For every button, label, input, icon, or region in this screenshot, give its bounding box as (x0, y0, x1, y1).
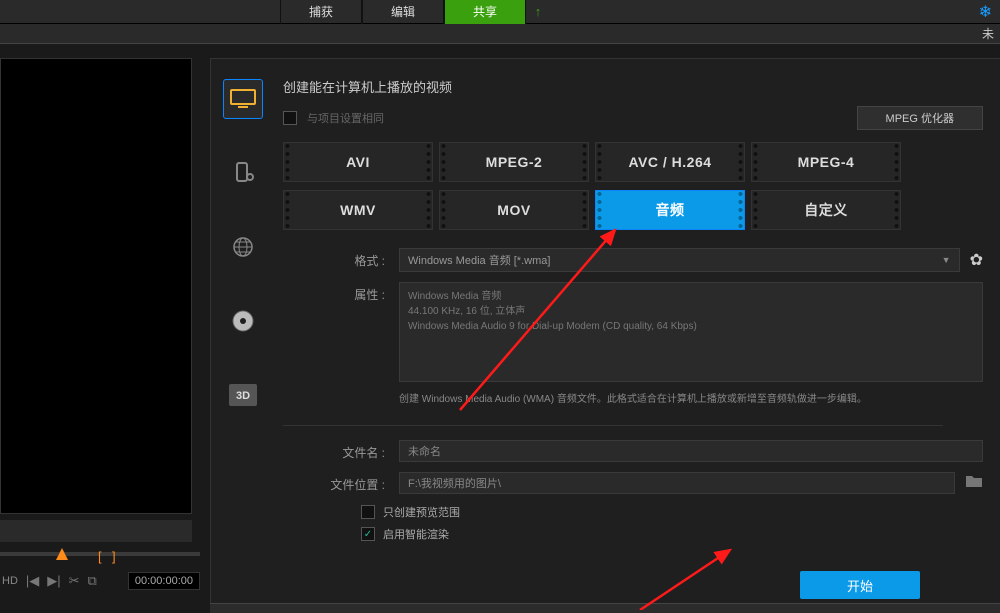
filename-label: 文件名 : (283, 440, 399, 461)
next-frame-icon[interactable]: ▶| (47, 573, 60, 589)
3d-output-icon[interactable]: 3D (223, 375, 263, 415)
tab-edit[interactable]: 编辑 (362, 0, 444, 24)
format-combo-value: Windows Media 音频 [*.wma] (408, 252, 550, 268)
start-button[interactable]: 开始 (800, 571, 920, 599)
browse-folder-icon[interactable] (965, 472, 983, 493)
mpeg-optimizer-button[interactable]: MPEG 优化器 (857, 106, 983, 130)
filepath-label: 文件位置 : (283, 472, 399, 493)
attributes-box: Windows Media 音频 44.100 KHz, 16 位, 立体声 W… (399, 282, 983, 382)
web-output-icon[interactable] (223, 227, 263, 267)
format-avc[interactable]: AVC / H.264 (595, 142, 745, 182)
mark-out-icon[interactable]: ] (112, 549, 116, 564)
preview-area (0, 58, 192, 514)
same-as-project-checkbox[interactable] (283, 111, 297, 125)
smart-render-label: 启用智能渲染 (383, 526, 449, 542)
format-mpeg4[interactable]: MPEG-4 (751, 142, 901, 182)
chevron-down-icon: ▼ (942, 255, 951, 265)
hd-label: HD (0, 575, 18, 587)
attr-line-3: Windows Media Audio 9 for Dial-up Modem … (408, 319, 974, 334)
scrub-bar[interactable]: [ ] (0, 544, 200, 564)
disc-output-icon[interactable] (223, 301, 263, 341)
sub-bar-right: 未 (982, 27, 994, 41)
tab-share[interactable]: 共享 (444, 0, 526, 24)
content-area: 创建能在计算机上播放的视频 与项目设置相同 MPEG 优化器 AVI MPEG-… (283, 77, 983, 548)
scrub-handle-icon[interactable] (56, 548, 68, 560)
preview-range-label: 只创建预览范围 (383, 504, 460, 520)
format-label: 格式 : (283, 248, 399, 269)
bottom-strip (210, 603, 1000, 613)
format-mpeg2[interactable]: MPEG-2 (439, 142, 589, 182)
same-as-project-label: 与项目设置相同 (307, 110, 847, 126)
timecode[interactable]: 00:00:00:00 (128, 572, 200, 590)
settings-gear-icon[interactable]: ❄ (979, 2, 992, 22)
tab-capture[interactable]: 捕获 (280, 0, 362, 24)
output-category-icons: 3D (219, 79, 267, 415)
filename-input[interactable]: 未命名 (399, 440, 983, 462)
format-wmv[interactable]: WMV (283, 190, 433, 230)
attr-line-1: Windows Media 音频 (408, 289, 974, 304)
timeline-bar (0, 520, 192, 542)
format-grid: AVI MPEG-2 AVC / H.264 MPEG-4 WMV MOV 音频… (283, 142, 983, 230)
format-mov[interactable]: MOV (439, 190, 589, 230)
format-combo[interactable]: Windows Media 音频 [*.wma] ▼ (399, 248, 960, 272)
format-avi[interactable]: AVI (283, 142, 433, 182)
format-custom[interactable]: 自定义 (751, 190, 901, 230)
upload-arrow-icon[interactable]: ↑ (526, 0, 550, 23)
filepath-input[interactable]: F:\我视频用的图片\ (399, 472, 955, 494)
attr-line-2: 44.100 KHz, 16 位, 立体声 (408, 304, 974, 319)
format-settings-icon[interactable]: ✿ (970, 248, 983, 270)
sub-bar: 未 (0, 24, 1000, 44)
preview-range-checkbox[interactable] (361, 505, 375, 519)
cut-icon[interactable]: ✂ (69, 573, 80, 589)
separator (283, 425, 943, 426)
player-controls: HD |◀ ▶| ✂ ⧉ 00:00:00:00 (0, 568, 200, 594)
attr-label: 属性 : (283, 282, 399, 303)
snapshot-icon[interactable]: ⧉ (88, 573, 97, 589)
mobile-output-icon[interactable] (223, 153, 263, 193)
format-description: 创建 Windows Media Audio (WMA) 音频文件。此格式适合在… (399, 392, 909, 407)
scrub-track[interactable]: [ ] (0, 552, 200, 556)
smart-render-checkbox[interactable] (361, 527, 375, 541)
format-audio[interactable]: 音频 (595, 190, 745, 230)
svg-text:3D: 3D (236, 390, 250, 402)
panel-title: 创建能在计算机上播放的视频 (283, 77, 983, 96)
top-tabs: 捕获 编辑 共享 ↑ ❄ (0, 0, 1000, 24)
mark-in-icon[interactable]: [ (98, 549, 102, 564)
prev-frame-icon[interactable]: |◀ (26, 573, 39, 589)
computer-output-icon[interactable] (223, 79, 263, 119)
share-panel: 3D 创建能在计算机上播放的视频 与项目设置相同 MPEG 优化器 AVI MP… (210, 58, 1000, 613)
